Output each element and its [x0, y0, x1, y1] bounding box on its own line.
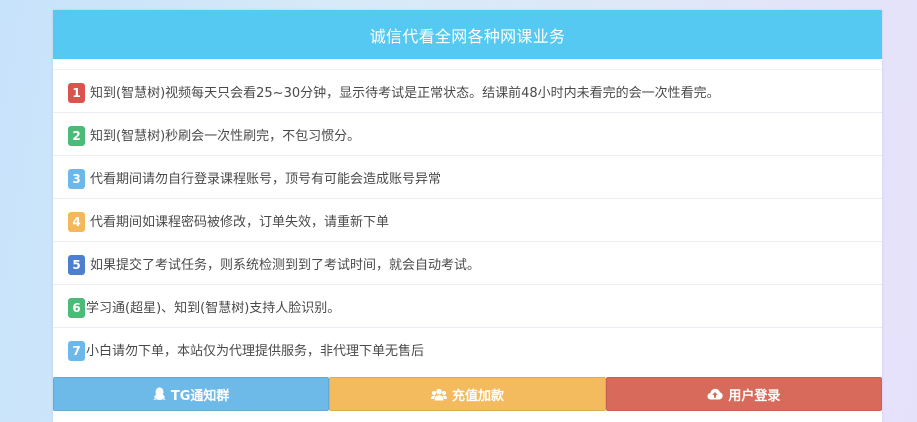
tg-group-label: TG通知群 [170, 388, 230, 404]
notice-text: 代看期间如课程密码被修改，订单失效，请重新下单 [90, 214, 390, 230]
cloud-upload-icon [707, 388, 723, 400]
notice-text: 学习通(超星)、知到(智慧树)支持人脸识别。 [86, 300, 341, 316]
user-login-button[interactable]: 用户登录 [605, 377, 882, 411]
number-badge: 7 [68, 341, 85, 361]
notice-text: 如果提交了考试任务，则系统检测到到了考试时间，就会自动考试。 [90, 257, 481, 273]
number-badge: 1 [68, 83, 85, 103]
number-badge: 4 [68, 212, 85, 232]
number-badge: 6 [68, 298, 85, 318]
notice-item-6: 6 学习通(超星)、知到(智慧树)支持人脸识别。 [53, 284, 882, 327]
notice-item-3: 3 代看期间请勿自行登录课程账号，顶号有可能会造成账号异常 [53, 155, 882, 198]
number-badge: 3 [68, 169, 85, 189]
users-icon [430, 388, 447, 400]
notice-text: 代看期间请勿自行登录课程账号，顶号有可能会造成账号异常 [90, 171, 442, 187]
notice-text: 知到(智慧树)视频每天只会看25~30分钟，显示待考试是正常状态。结课前48小时… [90, 85, 720, 101]
notice-item-5: 5 如果提交了考试任务，则系统检测到到了考试时间，就会自动考试。 [53, 241, 882, 284]
notice-text: 知到(智慧树)秒刷会一次性刷完，不包习惯分。 [90, 128, 361, 144]
recharge-label: 充值加款 [451, 388, 504, 404]
notice-item-1: 1 知到(智慧树)视频每天只会看25~30分钟，显示待考试是正常状态。结课前48… [53, 69, 882, 112]
notice-item-2: 2 知到(智慧树)秒刷会一次性刷完，不包习惯分。 [53, 112, 882, 155]
action-button-row: TG通知群 充值加款 用户登录 [53, 377, 882, 411]
service-card: 诚信代看全网各种网课业务 1 知到(智慧树)视频每天只会看25~30分钟，显示待… [53, 10, 882, 422]
notice-item-7: 7 小白请勿下单，本站仅为代理提供服务，非代理下单无售后 [53, 327, 882, 370]
number-badge: 2 [68, 126, 85, 146]
card-header: 诚信代看全网各种网课业务 [53, 10, 882, 59]
page-title: 诚信代看全网各种网课业务 [369, 26, 566, 46]
notice-list: 1 知到(智慧树)视频每天只会看25~30分钟，显示待考试是正常状态。结课前48… [53, 69, 882, 370]
notice-text: 小白请勿下单，本站仅为代理提供服务，非代理下单无售后 [86, 343, 425, 359]
notice-item-4: 4 代看期间如课程密码被修改，订单失效，请重新下单 [53, 198, 882, 241]
number-badge: 5 [68, 255, 85, 275]
user-login-label: 用户登录 [728, 388, 781, 404]
tg-group-button[interactable]: TG通知群 [53, 377, 330, 411]
qq-icon [153, 387, 166, 401]
recharge-button[interactable]: 充值加款 [329, 377, 606, 411]
